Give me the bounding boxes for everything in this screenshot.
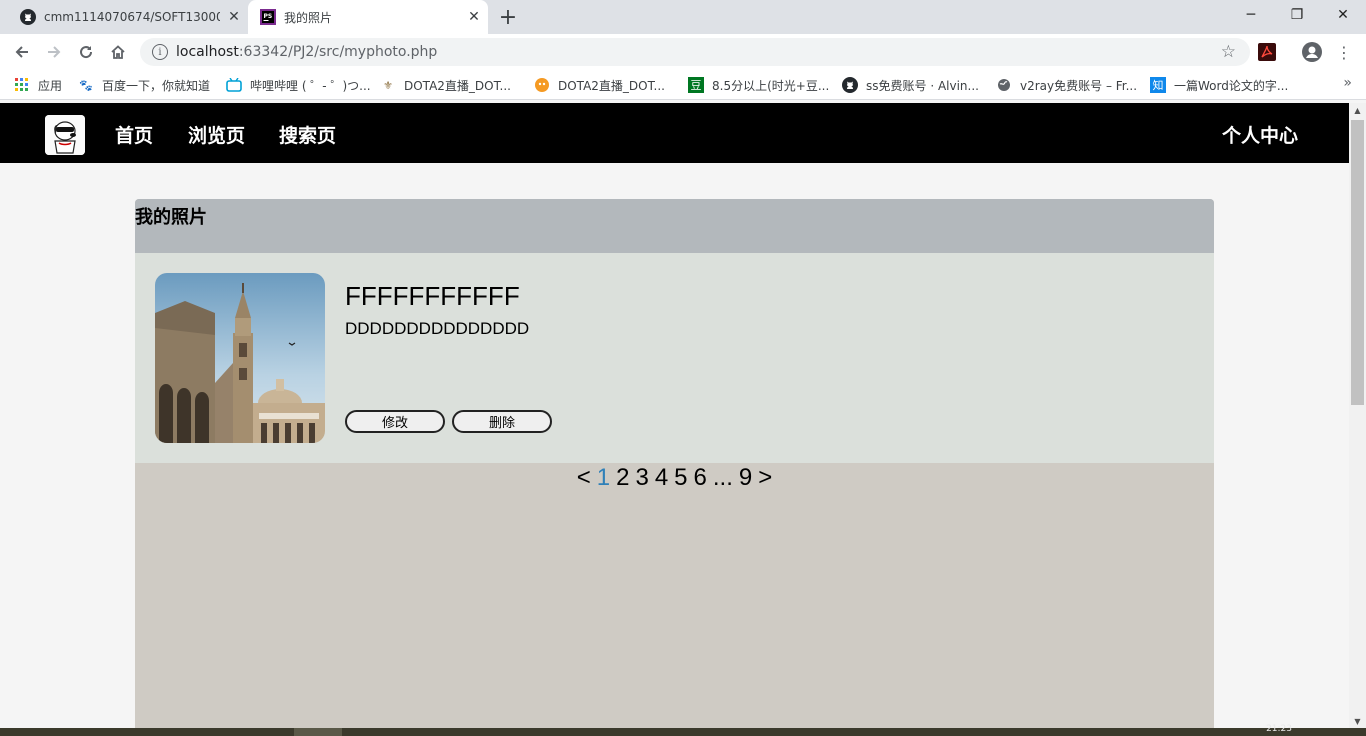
bookmark-zhihu[interactable]: 知 一篇Word论文的字... <box>1150 75 1288 95</box>
nav-browse-link[interactable]: 浏览页 <box>188 121 245 148</box>
bookmark-star-icon[interactable]: ☆ <box>1221 42 1236 62</box>
svg-text:PS: PS <box>264 13 273 20</box>
douban-icon: 豆 <box>688 77 704 93</box>
bookmark-label: 8.5分以上(时光+豆... <box>712 78 830 93</box>
bookmark-label: 哔哩哔哩 ( ゜- ゜)つ... <box>250 78 371 93</box>
back-arrow-icon[interactable] <box>8 38 36 66</box>
scroll-down-icon[interactable]: ▼ <box>1349 714 1366 728</box>
bookmark-baidu[interactable]: 🐾 百度一下，你就知道 <box>78 75 210 95</box>
page-link-2[interactable]: 2 <box>616 464 629 492</box>
taskbar-clock: 21:23 <box>1266 724 1292 734</box>
home-icon[interactable] <box>104 38 132 66</box>
github-icon <box>842 77 858 93</box>
bookmark-label: DOTA2直播_DOT... <box>404 78 511 93</box>
scroll-up-icon[interactable]: ▲ <box>1349 103 1366 117</box>
globe-icon <box>996 77 1012 93</box>
page-link-1[interactable]: 1 <box>597 464 610 492</box>
tab-title: 我的照片 <box>284 10 333 25</box>
apps-grid-icon <box>14 77 30 93</box>
close-tab-icon[interactable]: ✕ <box>460 3 488 31</box>
url-host: localhost <box>176 44 239 60</box>
page-link-6[interactable]: 6 <box>694 464 707 492</box>
nav-home-link[interactable]: 首页 <box>115 121 153 148</box>
menu-dots-icon[interactable]: ⋮ <box>1334 42 1354 62</box>
bilibili-icon <box>226 77 242 93</box>
more-bookmarks-icon[interactable]: » <box>1343 75 1352 91</box>
page-link-9[interactable]: 9 <box>739 464 752 492</box>
page-title: 我的照片 <box>135 207 207 228</box>
bookmark-dota-2[interactable]: DOTA2直播_DOT... <box>534 75 665 95</box>
pagination: < 1 2 3 4 5 6 ... 9 > <box>135 463 1214 493</box>
acrobat-icon[interactable] <box>1257 42 1277 62</box>
delete-button[interactable]: 删除 <box>452 410 552 433</box>
bookmark-label: DOTA2直播_DOT... <box>558 78 665 93</box>
nav-user-center-link[interactable]: 个人中心 <box>1222 121 1298 148</box>
nav-search-link[interactable]: 搜索页 <box>279 121 336 148</box>
douyu-icon <box>534 77 550 93</box>
new-tab-button[interactable]: + <box>494 4 522 30</box>
scrollbar-thumb[interactable] <box>1351 120 1364 405</box>
baidu-icon: 🐾 <box>79 78 93 92</box>
page-link-4[interactable]: 4 <box>655 464 668 492</box>
browser-tabstrip: cmm1114070674/SOFT130002 ✕ PS 我的照片 ✕ + ─… <box>0 0 1366 34</box>
photo-description: DDDDDDDDDDDDDDD <box>345 319 530 338</box>
prev-page-link[interactable]: < <box>577 464 591 492</box>
page-link-5[interactable]: 5 <box>674 464 687 492</box>
site-navbar: 首页 浏览页 搜索页 个人中心 <box>0 103 1349 163</box>
browser-toolbar: i localhost:63342/PJ2/src/myphoto.php ☆ … <box>0 34 1366 70</box>
restore-icon[interactable]: ❐ <box>1274 0 1320 30</box>
url-path: :63342/PJ2/src/myphoto.php <box>238 44 438 60</box>
site-logo[interactable] <box>45 115 85 155</box>
profile-avatar-icon[interactable] <box>1302 42 1322 62</box>
next-page-link[interactable]: > <box>758 464 772 492</box>
bookmark-dota-1[interactable]: ⚜ DOTA2直播_DOT... <box>380 75 511 95</box>
os-taskbar: 21:23 <box>0 724 1366 736</box>
reload-icon[interactable] <box>72 38 100 66</box>
address-bar[interactable]: i localhost:63342/PJ2/src/myphoto.php ☆ <box>140 38 1250 66</box>
bookmark-label: 一篇Word论文的字... <box>1174 78 1289 93</box>
bookmark-bilibili[interactable]: 哔哩哔哩 ( ゜- ゜)つ... <box>226 75 371 95</box>
bookmarks-bar: 应用 🐾 百度一下，你就知道 哔哩哔哩 ( ゜- ゜)つ... ⚜ DOTA2直… <box>0 70 1366 100</box>
minimize-icon[interactable]: ─ <box>1228 0 1274 30</box>
zhihu-icon: 知 <box>1150 77 1166 93</box>
photo-card: FFFFFFFFFFF DDDDDDDDDDDDDDD 修改 删除 <box>135 253 1214 463</box>
page-link-3[interactable]: 3 <box>635 464 648 492</box>
page-viewport: 首页 浏览页 搜索页 个人中心 我的照片 FFFFFFFFFFF DDDDDDD… <box>0 103 1349 728</box>
taskbar-item[interactable] <box>294 728 342 736</box>
info-icon[interactable]: i <box>152 44 168 60</box>
pagination-ellipsis: ... <box>712 464 733 491</box>
forward-arrow-icon[interactable] <box>40 38 68 66</box>
page-scrollbar[interactable]: ▲ ▼ <box>1349 103 1366 728</box>
edit-button[interactable]: 修改 <box>345 410 445 433</box>
phpstorm-icon: PS <box>260 9 276 25</box>
bookmark-apps[interactable]: 应用 <box>14 75 62 95</box>
bookmark-v2ray[interactable]: v2ray免费账号 – Fr... <box>996 75 1137 95</box>
photo-title: FFFFFFFFFFF <box>345 281 520 311</box>
dota-icon: ⚜ <box>383 78 393 92</box>
browser-tab-github[interactable]: cmm1114070674/SOFT130002 ✕ <box>8 0 248 34</box>
tab-title: cmm1114070674/SOFT130002 <box>44 10 220 24</box>
github-icon <box>20 9 36 25</box>
browser-tab-myphoto[interactable]: PS 我的照片 ✕ <box>248 0 488 34</box>
my-photos-panel: 我的照片 FFFFFFFFFFF DDDDDDDDDDDDDDD 修改 删除 <… <box>135 199 1214 728</box>
bookmark-ss-account[interactable]: ss免费账号 · Alvin... <box>842 75 979 95</box>
bookmark-douban[interactable]: 豆 8.5分以上(时光+豆... <box>688 75 829 95</box>
bookmark-label: v2ray免费账号 – Fr... <box>1020 78 1138 93</box>
bookmark-label: ss免费账号 · Alvin... <box>866 78 979 93</box>
bookmark-label: 应用 <box>38 78 63 93</box>
close-window-icon[interactable]: ✕ <box>1320 0 1366 30</box>
photo-thumbnail[interactable] <box>155 273 325 443</box>
close-tab-icon[interactable]: ✕ <box>220 3 248 31</box>
panel-header: 我的照片 <box>135 199 1214 253</box>
bookmark-label: 百度一下，你就知道 <box>102 78 211 93</box>
